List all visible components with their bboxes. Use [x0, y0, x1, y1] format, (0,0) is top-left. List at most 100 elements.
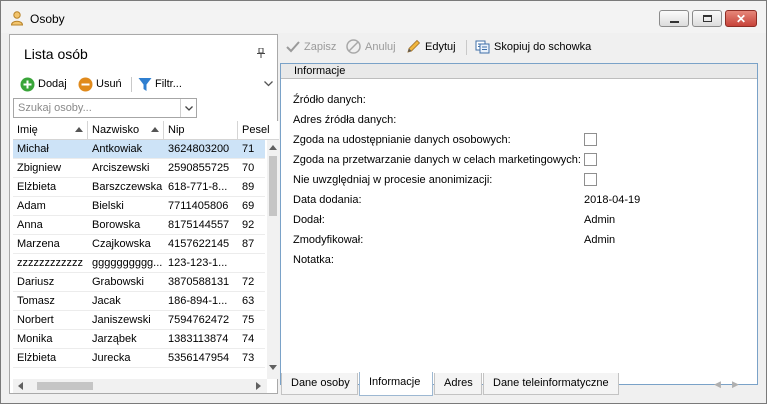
- table-row[interactable]: Zbigniew Arciszewski 2590855725 70: [13, 159, 265, 178]
- table-row[interactable]: Adam Bielski 7711405806 69: [13, 197, 265, 216]
- cell-nip: 8175144557: [168, 219, 230, 231]
- column-header-label: Nip: [168, 124, 185, 136]
- vertical-scrollbar[interactable]: [267, 140, 279, 379]
- tab-scroll-right-icon[interactable]: ▶: [732, 379, 739, 390]
- column-header-nip[interactable]: Nip: [164, 121, 238, 140]
- sort-ascending-icon: [75, 127, 83, 132]
- cell-pesel: 74: [242, 333, 255, 345]
- table-row[interactable]: Norbert Janiszewski 7594762472 75: [13, 311, 265, 330]
- details-panel: Zapisz Anuluj Edytuj Skopiuj do schowka …: [280, 34, 760, 398]
- consent-share-checkbox[interactable]: [584, 133, 597, 146]
- cell-pesel: 69: [242, 200, 255, 212]
- scroll-left-icon[interactable]: [18, 382, 23, 390]
- cell-nip: 123-123-1...: [168, 257, 228, 269]
- column-header-label: Nazwisko: [92, 124, 140, 136]
- cell-pesel: [238, 254, 267, 273]
- search-input[interactable]: [14, 99, 179, 116]
- chevron-down-icon[interactable]: [264, 78, 273, 90]
- person-grid: Imię Nazwisko Nip Pesel Michał Antkowiak 3…: [13, 121, 279, 393]
- restore-icon: [702, 15, 712, 22]
- information-section: Informacje Źródło danych: Adres źródła d…: [280, 63, 758, 385]
- save-label: Zapisz: [304, 40, 337, 53]
- tab-scroll-left-icon[interactable]: ◀: [714, 379, 721, 390]
- horizontal-scroll-thumb[interactable]: [37, 382, 93, 390]
- close-button[interactable]: ✕: [725, 10, 757, 27]
- tab-informacje[interactable]: Informacje: [359, 372, 433, 396]
- cell-pesel: 87: [242, 238, 255, 250]
- filter-label: Filtr...: [155, 78, 182, 90]
- cell-nip: 618-771-8...: [168, 181, 228, 193]
- cell-pesel: 75: [242, 314, 255, 326]
- scroll-up-icon[interactable]: [269, 145, 277, 150]
- cell-imie: Anna: [17, 219, 43, 231]
- add-button[interactable]: Dodaj: [20, 76, 67, 92]
- table-row[interactable]: Monika Jarząbek 1383113874 74: [13, 330, 265, 349]
- anonymization-checkbox[interactable]: [584, 173, 597, 186]
- cancel-label: Anuluj: [365, 40, 396, 53]
- consent-marketing-label: Zgoda na przetwarzanie danych w celach m…: [293, 154, 581, 166]
- table-row[interactable]: Dariusz Grabowski 3870588131 72: [13, 273, 265, 292]
- cell-imie: zzzzzzzzzzzz: [17, 257, 83, 269]
- details-toolbar: Zapisz Anuluj Edytuj Skopiuj do schowka: [280, 34, 760, 59]
- person-icon: [10, 11, 24, 26]
- table-row[interactable]: zzzzzzzzzzzz gggggggggg... 123-123-1...: [13, 254, 265, 273]
- table-row[interactable]: Anna Borowska 8175144557 92: [13, 216, 265, 235]
- tab-dane-teleinformatyczne[interactable]: Dane teleinformatyczne: [483, 373, 619, 395]
- table-row[interactable]: Elżbieta Barszczewska 618-771-8... 89: [13, 178, 265, 197]
- grid-header: Imię Nazwisko Nip Pesel: [13, 121, 279, 140]
- date-added-label: Data dodania:: [293, 194, 362, 206]
- cell-pesel: 71: [242, 143, 255, 155]
- cell-imie: Norbert: [17, 314, 54, 326]
- save-button[interactable]: Zapisz: [286, 38, 336, 55]
- cell-nazwisko: Antkowiak: [92, 143, 143, 155]
- consent-marketing-checkbox[interactable]: [584, 153, 597, 166]
- cell-pesel: 89: [242, 181, 255, 193]
- filter-button[interactable]: Filtr...: [138, 76, 182, 92]
- list-toolbar: Dodaj Usuń Filtr...: [10, 73, 277, 95]
- cancel-button[interactable]: Anuluj: [346, 38, 396, 55]
- cell-nazwisko: Jurecka: [92, 352, 131, 364]
- cell-nip: 4157622145: [168, 238, 230, 250]
- cell-imie: Elżbieta: [17, 352, 57, 364]
- cell-nazwisko: Janiszewski: [92, 314, 151, 326]
- close-icon: ✕: [735, 11, 747, 26]
- copy-label: Skopiuj do schowka: [494, 40, 592, 53]
- minimize-button[interactable]: [659, 10, 689, 27]
- remove-button[interactable]: Usuń: [78, 76, 122, 92]
- scroll-down-icon[interactable]: [269, 365, 277, 370]
- cell-nip: 186-894-1...: [168, 295, 228, 307]
- cell-nazwisko: Jacak: [92, 295, 121, 307]
- title-bar[interactable]: Osoby ✕: [1, 1, 766, 33]
- table-row[interactable]: Marzena Czajkowska 4157622145 87: [13, 235, 265, 254]
- pin-icon[interactable]: [257, 47, 265, 60]
- cell-nip: 7594762472: [168, 314, 230, 326]
- copy-to-clipboard-button[interactable]: Skopiuj do schowka: [475, 38, 591, 55]
- maximize-button[interactable]: [692, 10, 722, 27]
- cell-nazwisko: gggggggggg...: [92, 257, 163, 269]
- table-row[interactable]: Elżbieta Jurecka 5356147954 73: [13, 349, 265, 368]
- cell-nazwisko: Arciszewski: [92, 162, 150, 174]
- table-row[interactable]: Michał Antkowiak 3624803200 71: [13, 140, 265, 159]
- horizontal-scrollbar[interactable]: [13, 379, 267, 393]
- scroll-right-icon[interactable]: [256, 382, 261, 390]
- edit-button[interactable]: Edytuj: [406, 38, 456, 55]
- section-header: Informacje: [281, 64, 757, 79]
- column-header-pesel[interactable]: Pesel: [238, 121, 279, 140]
- table-row[interactable]: Tomasz Jacak 186-894-1... 63: [13, 292, 265, 311]
- modified-by-label: Zmodyfikował:: [293, 234, 364, 246]
- cell-imie: Dariusz: [17, 276, 55, 288]
- tab-dane-osoby[interactable]: Dane osoby: [281, 373, 358, 395]
- cell-nip: 3870588131: [168, 276, 230, 288]
- cell-pesel: 92: [242, 219, 255, 231]
- vertical-scroll-thumb[interactable]: [269, 156, 277, 216]
- cell-imie: Monika: [17, 333, 53, 345]
- cell-nazwisko: Czajkowska: [92, 238, 151, 250]
- funnel-icon: [138, 77, 152, 91]
- cell-nip: 2590855725: [168, 162, 230, 174]
- column-header-nazwisko[interactable]: Nazwisko: [88, 121, 164, 140]
- cell-imie: Tomasz: [17, 295, 55, 307]
- search-dropdown-button[interactable]: [180, 99, 196, 117]
- cell-pesel: 70: [242, 162, 255, 174]
- tab-adres[interactable]: Adres: [434, 373, 482, 395]
- column-header-imie[interactable]: Imię: [13, 121, 88, 140]
